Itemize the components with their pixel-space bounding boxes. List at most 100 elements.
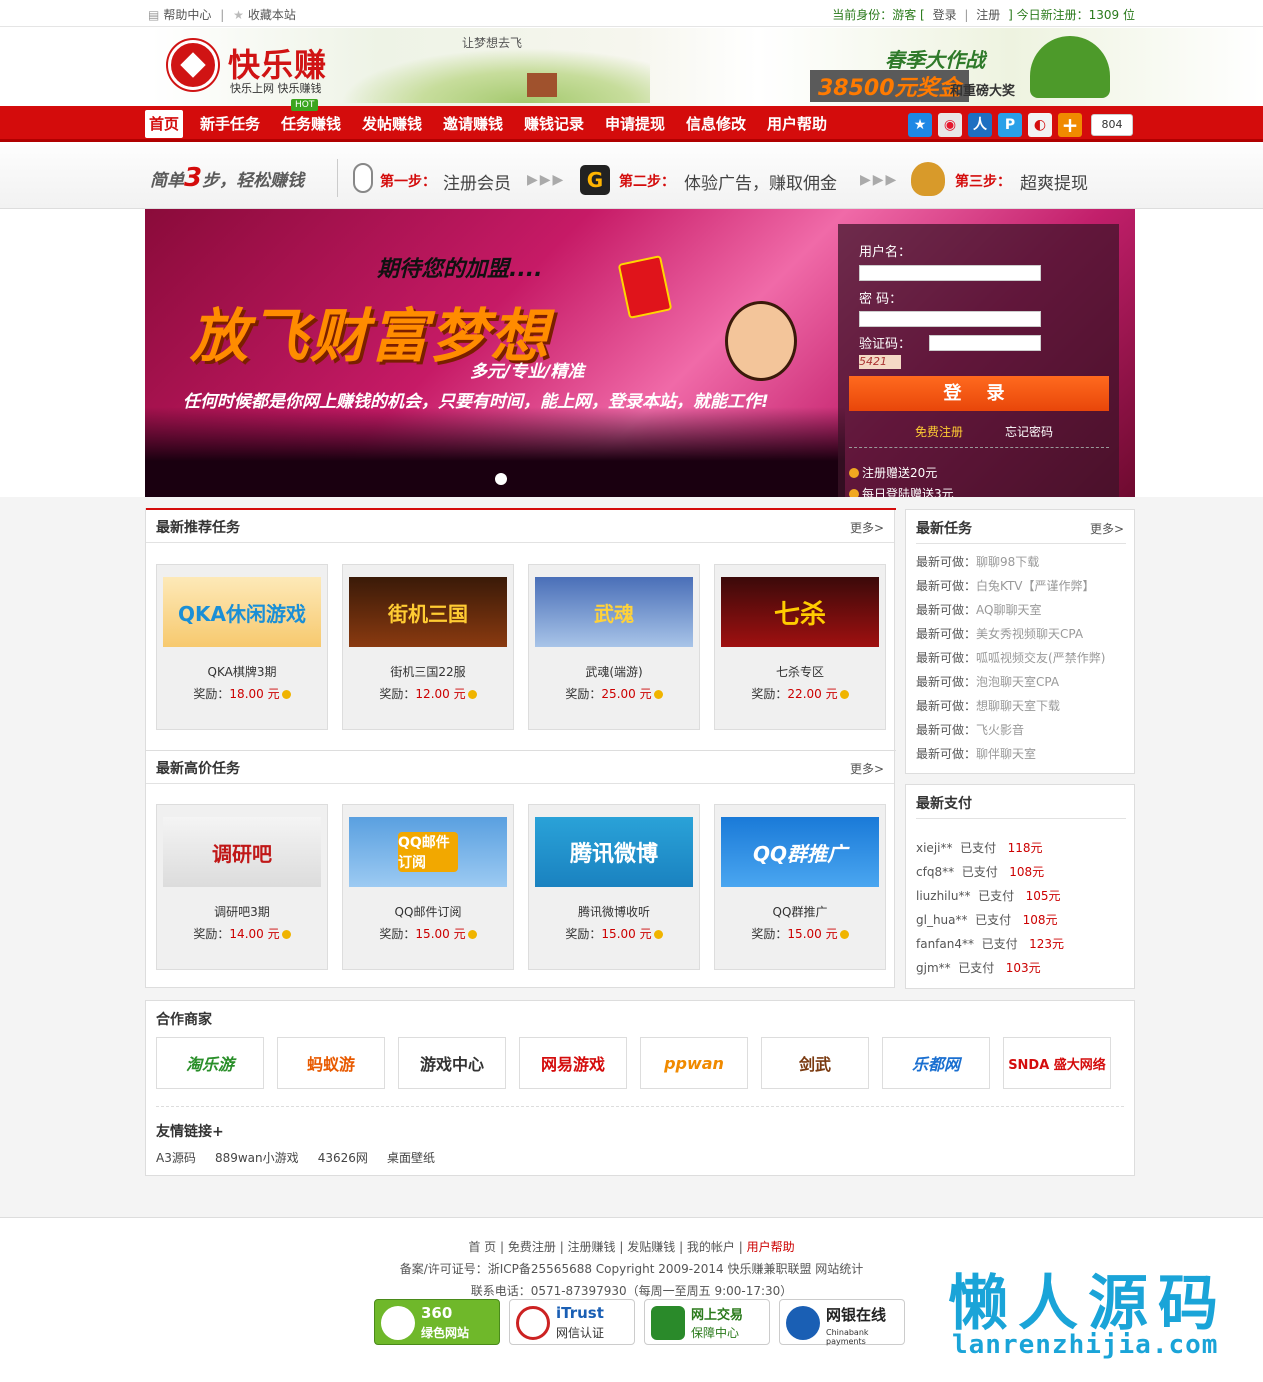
- register-link[interactable]: 注册: [976, 8, 1000, 22]
- step1-text: 注册会员: [443, 174, 511, 194]
- nav-edit-info[interactable]: 信息修改: [682, 106, 750, 142]
- coin-icon: [839, 930, 849, 939]
- list-item[interactable]: 最新可做：美女秀视频聊天CPA: [916, 625, 1083, 642]
- hot-badge: HOT: [291, 99, 319, 111]
- task-name: 调研吧3期: [214, 905, 270, 919]
- carousel-dot[interactable]: [495, 473, 507, 485]
- task-reward: 奖励：15.00 元: [343, 925, 513, 942]
- partner-logo[interactable]: 游戏中心: [398, 1037, 506, 1089]
- coin-icon: [281, 690, 291, 699]
- badge-360[interactable]: 360 绿色网站: [374, 1299, 500, 1345]
- badge-itrust[interactable]: iTrust 网信认证: [509, 1299, 635, 1345]
- more-share-icon[interactable]: +: [1058, 113, 1082, 137]
- qzone-share-icon[interactable]: ★: [908, 113, 932, 137]
- logo-icon[interactable]: [168, 40, 218, 90]
- task-card[interactable]: 腾讯微博 腾讯微博收听 奖励：15.00 元: [528, 804, 700, 970]
- task-card[interactable]: 七杀 七杀专区 奖励：22.00 元: [714, 564, 886, 730]
- coin-icon: [849, 489, 859, 497]
- renren-share-icon[interactable]: 人: [968, 113, 992, 137]
- task-card[interactable]: 调研吧 调研吧3期 奖励：14.00 元: [156, 804, 328, 970]
- list-item[interactable]: 最新可做：聊伴聊天室: [916, 745, 1036, 762]
- partner-logo[interactable]: 蚂蚁游: [277, 1037, 385, 1089]
- highprice-more-link[interactable]: 更多>: [850, 760, 884, 777]
- login-button[interactable]: 登 录: [849, 376, 1109, 411]
- latest-pay-title: 最新支付: [916, 796, 972, 812]
- forgot-password-link[interactable]: 忘记密码: [1005, 423, 1053, 440]
- tencent-weibo-share-icon[interactable]: ◐: [1028, 113, 1052, 137]
- task-card[interactable]: 街机三国 街机三国22服 奖励：12.00 元: [342, 564, 514, 730]
- list-item[interactable]: 最新可做：泡泡聊天室CPA: [916, 673, 1059, 690]
- list-item[interactable]: 最新可做：聊聊98下载: [916, 553, 1039, 570]
- footer-link[interactable]: 用户帮助: [747, 1240, 795, 1254]
- friend-link[interactable]: A3源码: [156, 1151, 196, 1165]
- badge-chinabank[interactable]: 网银在线 Chinabank payments: [779, 1299, 905, 1346]
- shield-icon: [651, 1306, 685, 1340]
- top-left-links: ▤ 帮助中心 | ★ 收藏本站: [148, 6, 296, 23]
- task-card[interactable]: QQ群推广 QQ群推广 奖励：15.00 元: [714, 804, 886, 970]
- partner-logo[interactable]: 乐都网: [882, 1037, 990, 1089]
- list-item[interactable]: 最新可做：飞火影音: [916, 721, 1024, 738]
- list-item[interactable]: 最新可做：白兔KTV【严谨作弊】: [916, 577, 1095, 594]
- red-envelope-icon: [617, 255, 673, 319]
- footer-link[interactable]: 我的帐户: [687, 1240, 735, 1254]
- badge-trade[interactable]: 网上交易 保障中心: [644, 1299, 770, 1345]
- nav-invite-earn[interactable]: 邀请赚钱: [439, 106, 507, 142]
- help-link[interactable]: 帮助中心: [163, 8, 211, 22]
- latest-tasks-more-link[interactable]: 更多>: [1090, 520, 1124, 537]
- task-image: QQ邮件订阅: [349, 817, 507, 887]
- coin-icon: [467, 930, 477, 939]
- partners-title: 合作商家: [156, 1012, 212, 1028]
- list-item[interactable]: 最新可做：AQ聊聊天室: [916, 601, 1041, 618]
- bank-icon: [786, 1306, 820, 1340]
- nav-post-earn[interactable]: 发帖赚钱: [358, 106, 426, 142]
- list-item[interactable]: 最新可做：呱呱视频交友(严禁作弊): [916, 649, 1105, 666]
- password-input[interactable]: [859, 311, 1041, 327]
- username-input[interactable]: [859, 265, 1041, 281]
- task-image: 调研吧: [163, 817, 321, 887]
- nav-withdraw[interactable]: 申请提现: [601, 106, 669, 142]
- footer-link[interactable]: 注册赚钱: [568, 1240, 616, 1254]
- friend-link[interactable]: 889wan小游戏: [215, 1151, 299, 1165]
- step2-text: 体验广告，赚取佣金: [684, 174, 837, 194]
- nav-home[interactable]: 首页: [145, 110, 184, 138]
- captcha-input[interactable]: [929, 335, 1041, 351]
- pengyou-share-icon[interactable]: P: [998, 113, 1022, 137]
- divider: [849, 447, 1109, 448]
- partner-logo[interactable]: 网易游戏: [519, 1037, 627, 1089]
- nav-newbie-tasks[interactable]: 新手任务: [196, 106, 264, 142]
- footer-link[interactable]: 免费注册: [508, 1240, 556, 1254]
- plus-icon: [381, 1306, 415, 1340]
- task-card[interactable]: 武魂 武魂(端游) 奖励：25.00 元: [528, 564, 700, 730]
- gift-daily: 每日登陆赠送3元: [849, 485, 954, 497]
- pay-row: gl_hua** 已支付 108元: [916, 913, 1058, 927]
- friend-link[interactable]: 43626网: [318, 1151, 368, 1165]
- list-item[interactable]: 最新可做：想聊聊天室下载: [916, 697, 1060, 714]
- divider: |: [964, 8, 969, 22]
- coin-icon: [849, 468, 859, 478]
- pay-row: gjm** 已支付 103元: [916, 961, 1041, 975]
- task-reward: 奖励：25.00 元: [529, 685, 699, 702]
- task-card[interactable]: QQ邮件订阅 QQ邮件订阅 奖励：15.00 元: [342, 804, 514, 970]
- login-link[interactable]: 登录: [933, 8, 957, 22]
- favorite-link[interactable]: 收藏本站: [248, 8, 296, 22]
- weibo-share-icon[interactable]: ◉: [938, 113, 962, 137]
- task-reward: 奖励：12.00 元: [343, 685, 513, 702]
- partner-logo[interactable]: SNDA 盛大网络: [1003, 1037, 1111, 1089]
- promo-subtitle: 和重磅大奖: [950, 84, 1016, 99]
- captcha-image[interactable]: 5421: [859, 355, 901, 369]
- recommend-more-link[interactable]: 更多>: [850, 519, 884, 536]
- nav-earn-records[interactable]: 赚钱记录: [520, 106, 588, 142]
- task-image: QKA休闲游戏: [163, 577, 321, 647]
- nav-user-help[interactable]: 用户帮助: [763, 106, 831, 142]
- task-card[interactable]: QKA休闲游戏 QKA棋牌3期 奖励：18.00 元: [156, 564, 328, 730]
- nav-task-earn[interactable]: 任务赚钱: [277, 106, 345, 142]
- friend-link[interactable]: 桌面壁纸: [387, 1151, 435, 1165]
- partner-logo[interactable]: ppwan: [640, 1037, 748, 1089]
- divider: [146, 750, 896, 751]
- footer-link[interactable]: 发贴赚钱: [627, 1240, 675, 1254]
- coin-icon: [653, 690, 663, 699]
- partner-logo[interactable]: 剑武: [761, 1037, 869, 1089]
- partner-logo[interactable]: 淘乐游: [156, 1037, 264, 1089]
- free-register-link[interactable]: 免费注册: [915, 423, 963, 440]
- footer-link[interactable]: 首 页: [468, 1240, 496, 1254]
